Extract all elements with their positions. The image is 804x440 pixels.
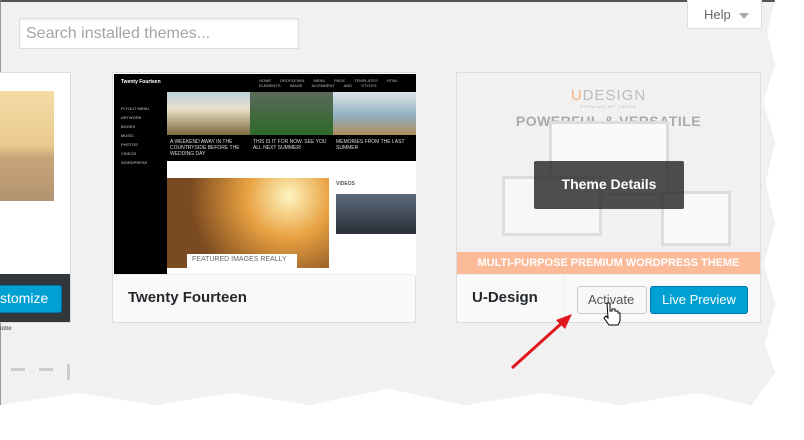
red-arrow-icon	[510, 314, 572, 370]
annotation-layer	[510, 302, 621, 370]
hand-cursor-icon	[603, 302, 621, 326]
